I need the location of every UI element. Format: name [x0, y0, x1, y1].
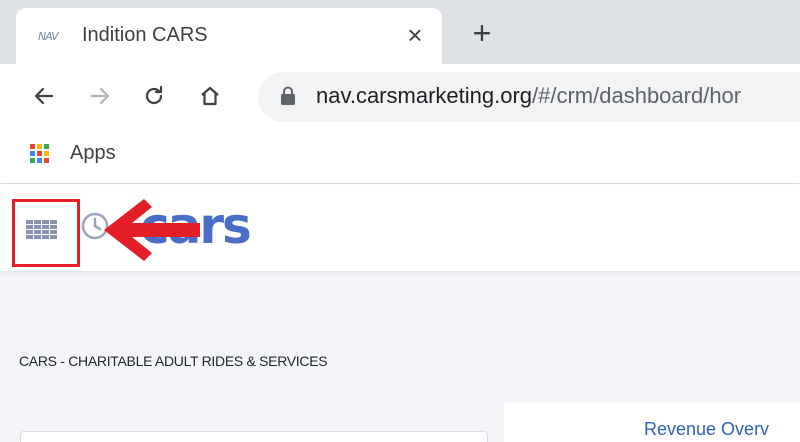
new-tab-button[interactable]: + — [466, 17, 498, 50]
left-panel-card — [20, 431, 488, 442]
apps-bookmark[interactable]: Apps — [70, 142, 116, 165]
organization-name: CARS - CHARITABLE ADULT RIDES & SERVICES — [19, 353, 328, 369]
url-host: nav.carsmarketing.org — [316, 83, 533, 108]
forward-arrow-icon[interactable] — [82, 78, 118, 114]
close-tab-icon[interactable]: × — [400, 20, 430, 50]
bookmarks-bar: Apps — [0, 128, 800, 184]
browser-tab[interactable]: NAV Indition CARS × — [16, 8, 442, 64]
apps-grid-icon[interactable] — [30, 144, 49, 163]
home-icon[interactable] — [192, 78, 228, 114]
browser-tabstrip: NAV Indition CARS × + — [0, 0, 800, 64]
web-page: cars CARS - CHARITABLE ADULT RIDES & SER… — [0, 185, 800, 442]
tab-title: Indition CARS — [82, 24, 208, 46]
nav-favicon-icon: NAV — [38, 30, 59, 43]
browser-toolbar: nav.carsmarketing.org/#/crm/dashboard/ho… — [0, 64, 800, 128]
lock-icon[interactable] — [280, 86, 296, 111]
annotation-highlight-box — [12, 199, 80, 267]
revenue-overview-title[interactable]: Revenue Overv — [644, 419, 769, 440]
revenue-overview-card: Revenue Overv — [504, 403, 800, 442]
reload-icon[interactable] — [136, 78, 172, 114]
app-header: cars — [0, 185, 800, 271]
address-bar[interactable]: nav.carsmarketing.org/#/crm/dashboard/ho… — [258, 72, 800, 122]
red-arrow-icon — [100, 195, 205, 270]
url-path: /#/crm/dashboard/hor — [532, 83, 742, 108]
back-arrow-icon[interactable] — [26, 78, 62, 114]
url-text[interactable]: nav.carsmarketing.org/#/crm/dashboard/ho… — [316, 83, 741, 109]
